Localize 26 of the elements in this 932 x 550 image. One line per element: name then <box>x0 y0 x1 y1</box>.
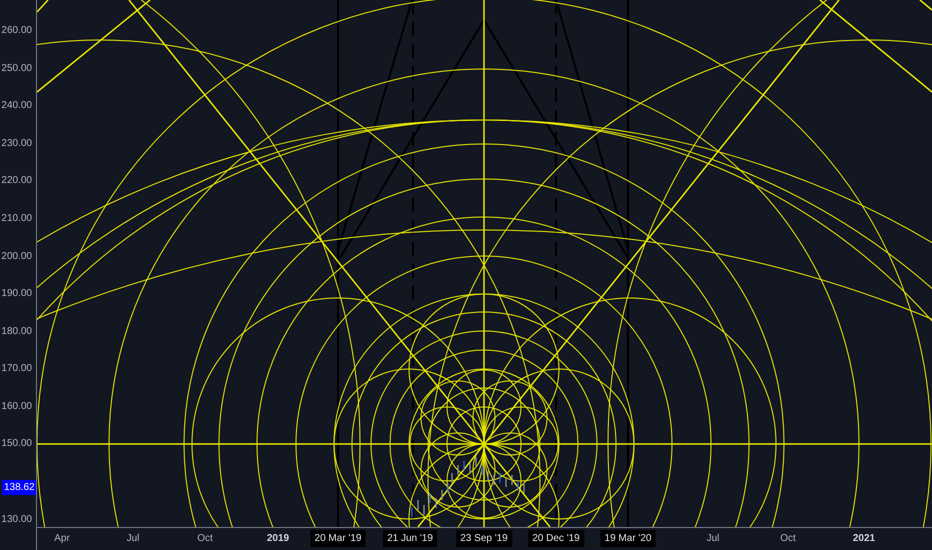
price-label: 190.00 <box>1 288 32 300</box>
price-label: 160.00 <box>1 401 32 413</box>
price-label: 150.00 <box>1 438 32 450</box>
price-label: 250.00 <box>1 63 32 75</box>
time-label: Jul <box>126 532 140 546</box>
price-label: 220.00 <box>1 175 32 187</box>
time-label: Jul <box>706 532 720 546</box>
time-label: Apr <box>54 532 70 546</box>
price-label: 130.00 <box>1 514 32 526</box>
price-label: 180.00 <box>1 326 32 338</box>
date-marker-label: 19 Mar '20 <box>600 530 656 547</box>
year-label: 2021 <box>852 532 876 546</box>
date-marker-label: 20 Mar '19 <box>310 530 366 547</box>
price-label: 240.00 <box>1 100 32 112</box>
year-label: 2019 <box>266 532 290 546</box>
time-label: Oct <box>780 532 796 546</box>
price-label: 230.00 <box>1 138 32 150</box>
date-marker-label: 21 Jun '19 <box>383 530 437 547</box>
price-label: 170.00 <box>1 363 32 375</box>
price-label: 200.00 <box>1 251 32 263</box>
current-price-badge: 138.62 <box>2 480 36 495</box>
time-label: Oct <box>197 532 213 546</box>
price-label: 210.00 <box>1 213 32 225</box>
price-label: 260.00 <box>1 25 32 37</box>
date-marker-label: 20 Dec '19 <box>528 530 584 547</box>
date-marker-label: 23 Sep '19 <box>456 530 512 547</box>
